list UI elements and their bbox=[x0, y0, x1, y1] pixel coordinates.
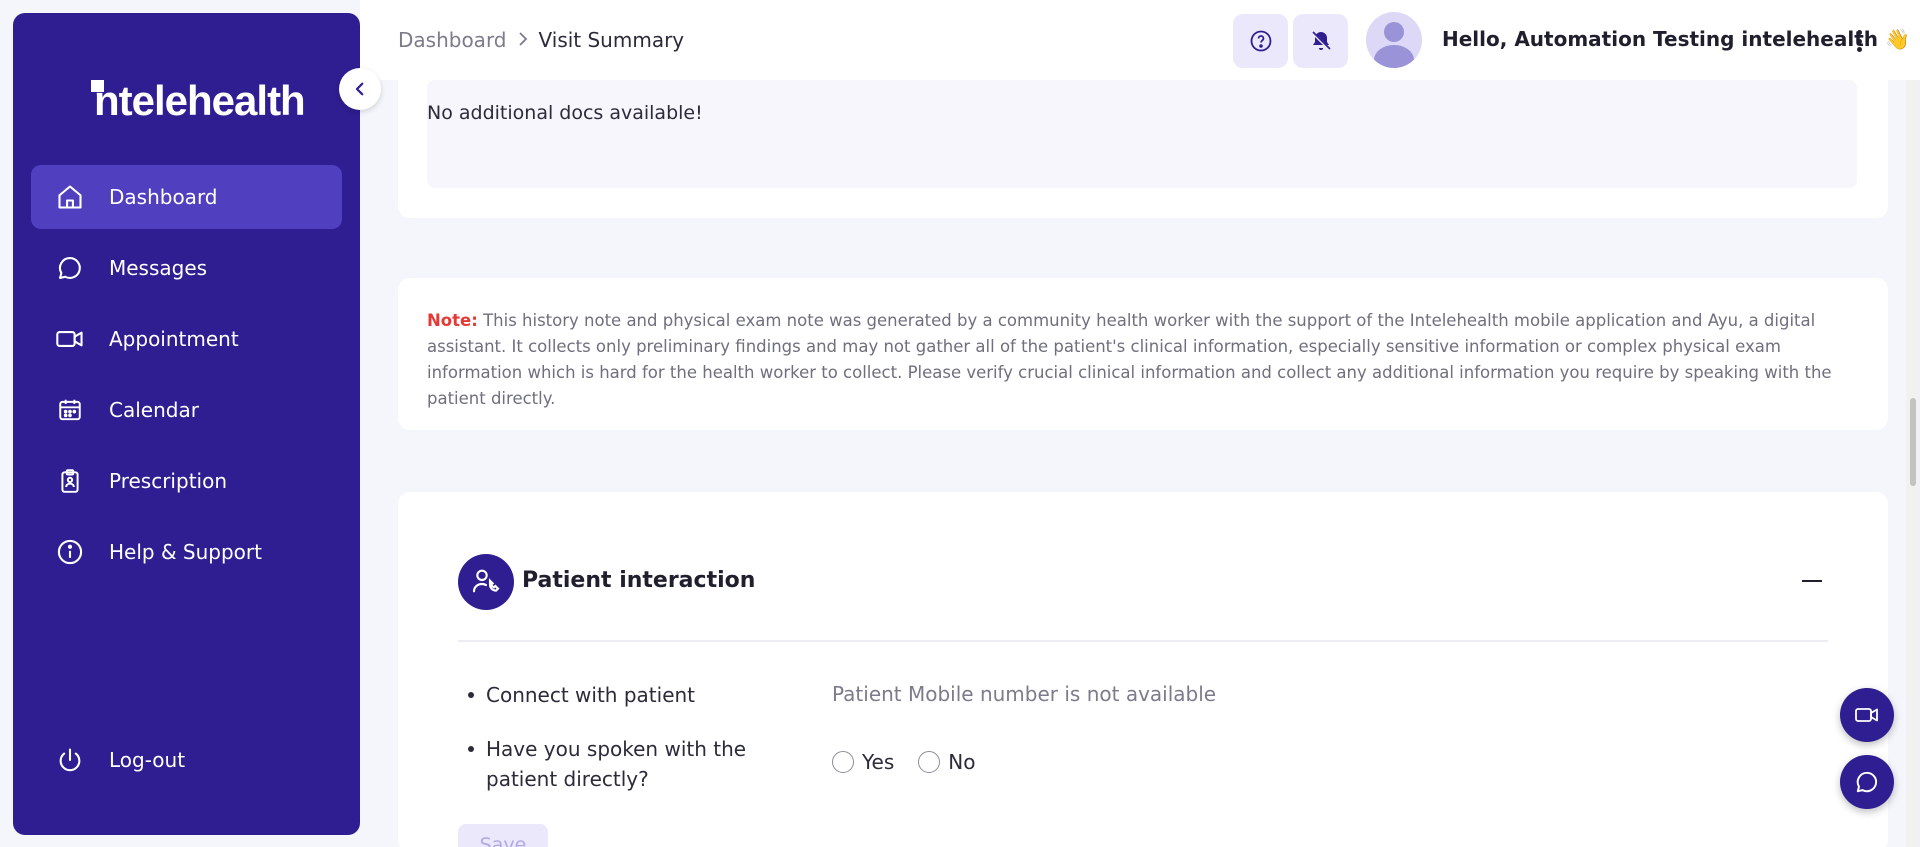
sidebar-item-dashboard[interactable]: Dashboard bbox=[31, 165, 342, 229]
save-button[interactable]: Save bbox=[458, 824, 548, 847]
sidebar-item-help-support[interactable]: Help & Support bbox=[31, 520, 342, 584]
chat-bubble-icon bbox=[55, 253, 85, 283]
sidebar-item-label: Prescription bbox=[109, 469, 227, 493]
video-camera-icon bbox=[1855, 708, 1878, 722]
chevron-right-icon bbox=[517, 28, 529, 52]
page-scrollbar-thumb[interactable] bbox=[1910, 398, 1916, 486]
sidebar-item-logout[interactable]: Log-out bbox=[31, 728, 342, 792]
patient-interaction-card: Patient interaction Connect with patient… bbox=[398, 492, 1888, 847]
radio-no-circle[interactable] bbox=[918, 751, 941, 773]
sidebar-item-prescription[interactable]: Prescription bbox=[31, 449, 342, 513]
sidebar-item-label: Dashboard bbox=[109, 185, 218, 209]
disclaimer-note-card: Note: This history note and physical exa… bbox=[398, 278, 1888, 430]
connect-with-patient-label: Connect with patient bbox=[468, 680, 695, 710]
more-options-icon[interactable] bbox=[1853, 26, 1865, 56]
home-icon bbox=[55, 182, 85, 212]
no-docs-message: No additional docs available! bbox=[427, 102, 703, 124]
radio-yes-circle[interactable] bbox=[832, 751, 854, 773]
clipboard-icon bbox=[55, 466, 85, 496]
collapse-sidebar-button[interactable] bbox=[339, 68, 381, 110]
question-circle-icon bbox=[1250, 30, 1271, 52]
patient-interaction-icon bbox=[458, 554, 514, 610]
spoken-with-patient-label: Have you spoken with the patient directl… bbox=[468, 734, 746, 794]
note-body: This history note and physical exam note… bbox=[427, 311, 1832, 408]
sidebar: ntelehealth Dashboard Messages Appointme… bbox=[13, 13, 360, 835]
note-label: Note: bbox=[427, 311, 478, 330]
chat-fab[interactable] bbox=[1840, 755, 1894, 809]
sidebar-item-label: Appointment bbox=[109, 327, 239, 351]
bell-off-icon bbox=[1310, 30, 1331, 52]
disclaimer-note: Note: This history note and physical exa… bbox=[427, 308, 1847, 412]
user-avatar[interactable] bbox=[1366, 12, 1422, 68]
radio-yes[interactable]: Yes bbox=[832, 750, 894, 774]
sidebar-item-label: Calendar bbox=[109, 398, 199, 422]
sidebar-item-appointment[interactable]: Appointment bbox=[31, 307, 342, 371]
patient-interaction-title: Patient interaction bbox=[522, 568, 756, 593]
spoken-with-patient-radio-group: Yes No bbox=[832, 750, 1000, 774]
video-camera-icon bbox=[55, 324, 85, 354]
video-call-fab[interactable] bbox=[1840, 688, 1894, 742]
logo-text: ntelehealth bbox=[94, 77, 306, 124]
breadcrumb: Dashboard Visit Summary bbox=[398, 28, 684, 52]
info-icon bbox=[55, 537, 85, 567]
sidebar-item-calendar[interactable]: Calendar bbox=[31, 378, 342, 442]
intelehealth-logo: ntelehealth bbox=[91, 65, 306, 125]
collapse-section-icon[interactable] bbox=[1802, 580, 1822, 582]
notifications-button[interactable] bbox=[1293, 14, 1348, 68]
logout-label: Log-out bbox=[109, 748, 186, 772]
power-icon bbox=[55, 745, 85, 775]
additional-docs-card: No additional docs available! bbox=[398, 80, 1888, 218]
radio-no[interactable]: No bbox=[918, 750, 976, 774]
section-divider bbox=[458, 640, 1828, 642]
sidebar-item-label: Help & Support bbox=[109, 540, 262, 564]
patient-mobile-status: Patient Mobile number is not available bbox=[832, 682, 1217, 706]
user-greeting: Hello, Automation Testing intelehealth 👋 bbox=[1442, 27, 1910, 51]
sidebar-item-messages[interactable]: Messages bbox=[31, 236, 342, 300]
top-header: Dashboard Visit Summary Hello, Automatio… bbox=[360, 0, 1920, 80]
sidebar-item-label: Messages bbox=[109, 256, 208, 280]
help-button[interactable] bbox=[1233, 14, 1288, 68]
breadcrumb-dashboard-link[interactable]: Dashboard bbox=[398, 28, 507, 52]
additional-docs-panel bbox=[427, 80, 1857, 188]
chat-bubble-icon bbox=[1856, 771, 1878, 793]
calendar-icon bbox=[55, 395, 85, 425]
chevron-left-icon bbox=[355, 82, 364, 96]
breadcrumb-current: Visit Summary bbox=[538, 28, 685, 52]
waving-hand-icon: 👋 bbox=[1884, 27, 1910, 51]
